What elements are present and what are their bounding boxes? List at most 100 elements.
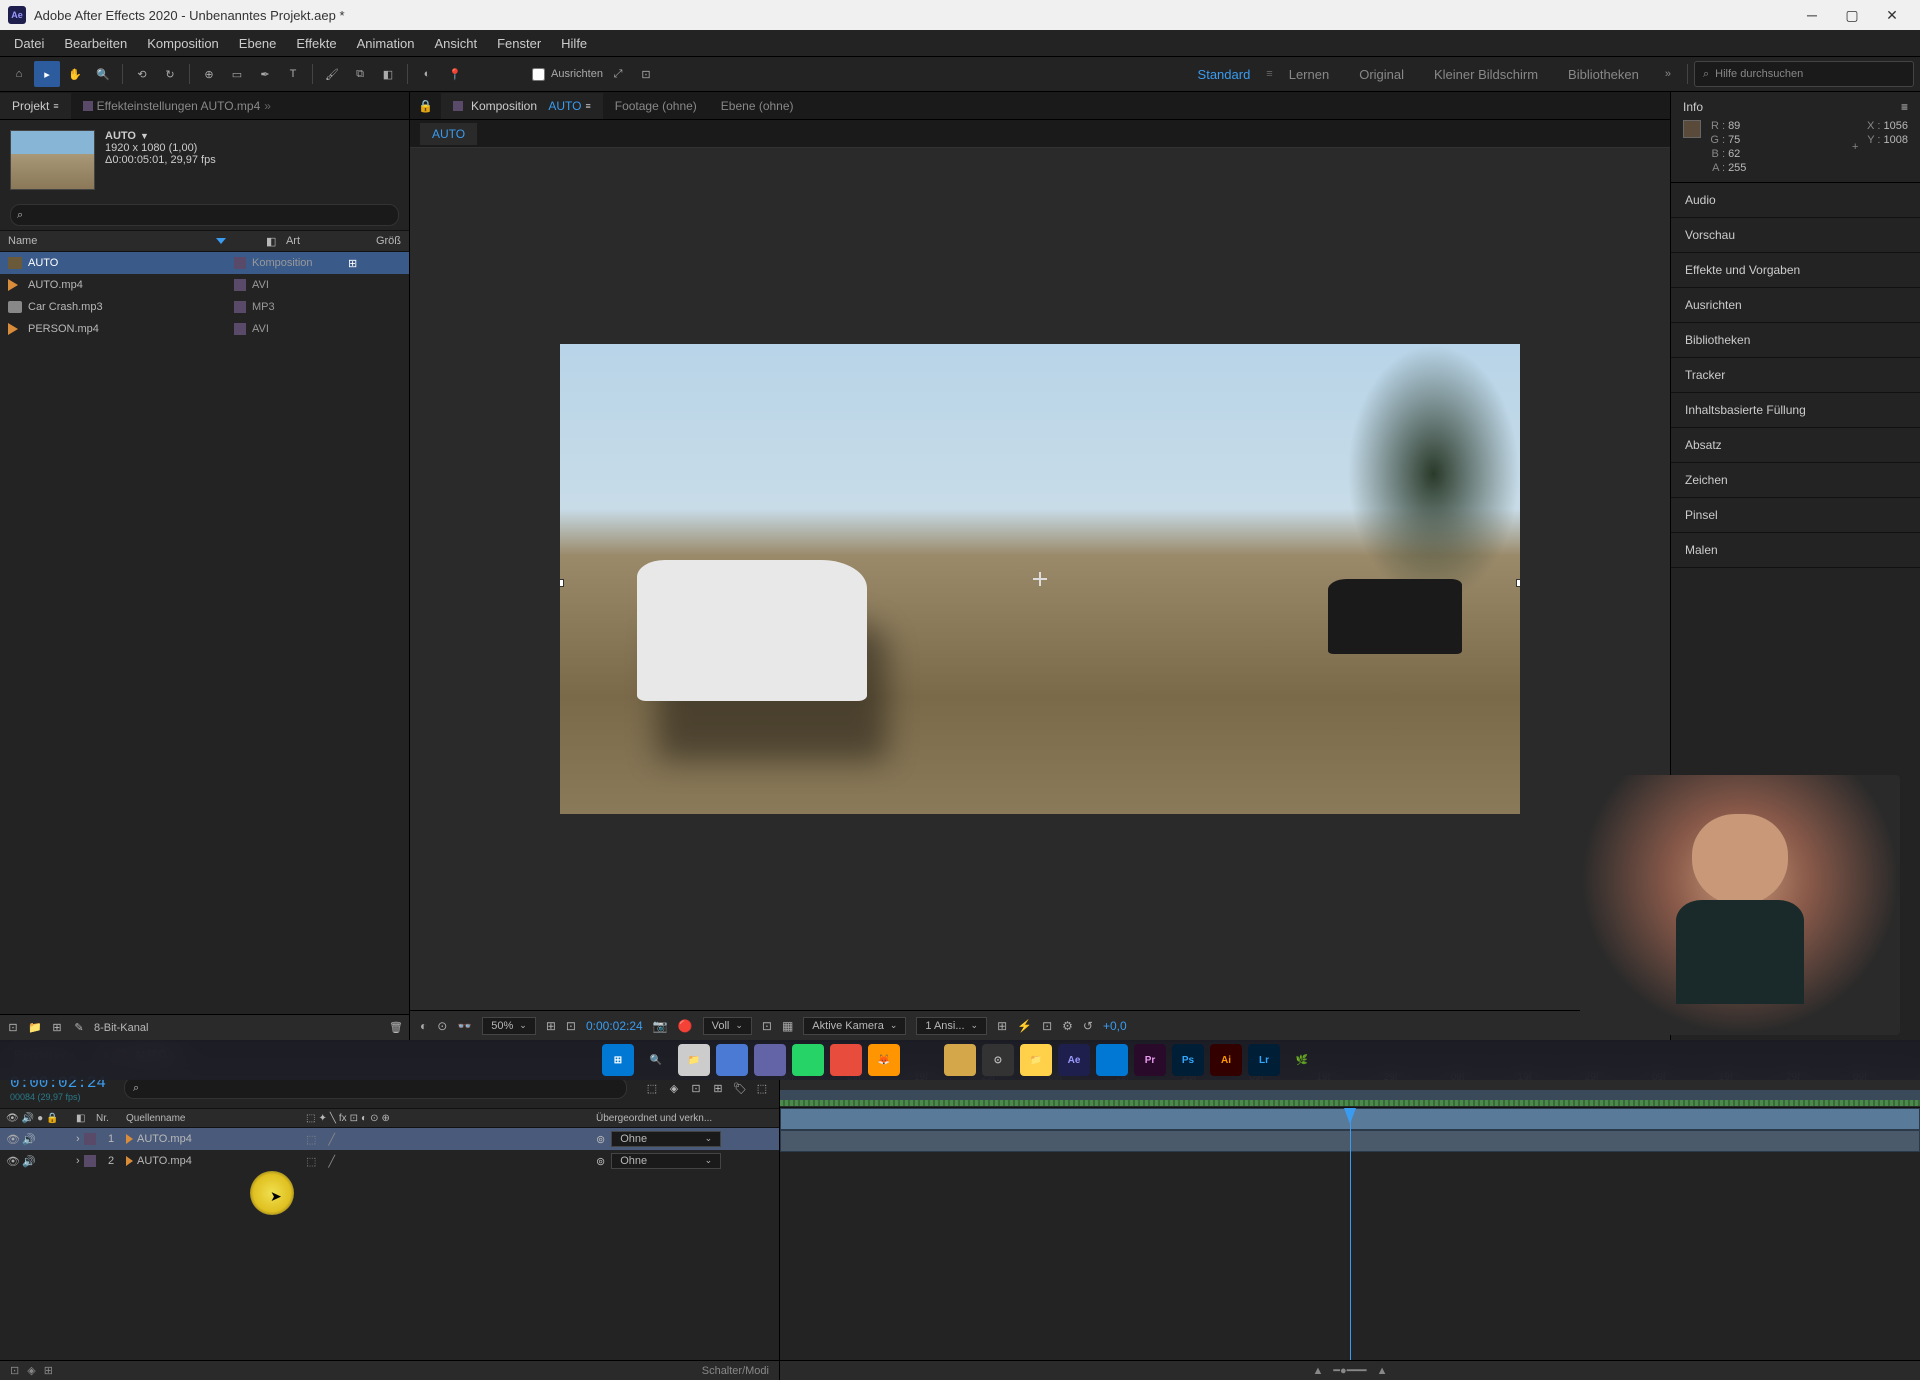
panel-ausrichten[interactable]: Ausrichten [1671,288,1920,323]
exposure-value[interactable]: +0,0 [1103,1019,1127,1033]
views-dropdown[interactable]: 1 Ansi...⌄ [916,1017,987,1035]
switch-icon[interactable]: ⬚ [306,1113,315,1124]
playhead[interactable] [1350,1108,1351,1360]
tl-tool6-icon[interactable]: ⬚ [755,1081,769,1095]
minimize-button[interactable]: ─ [1792,0,1832,30]
layer-name[interactable]: AUTO.mp4 [137,1133,192,1145]
tab-composition[interactable]: Komposition AUTO ≡ [441,93,603,119]
tl-tool3-icon[interactable]: ⊡ [689,1081,703,1095]
project-item[interactable]: Car Crash.mp3 MP3 [0,296,409,318]
zoom-dropdown[interactable]: 50%⌄ [482,1017,536,1035]
comp-dropdown-icon[interactable]: ▼ [140,131,149,141]
col-name[interactable]: Name [8,235,216,247]
taskbar-photoshop[interactable]: Ps [1172,1044,1204,1076]
guides-icon[interactable]: ⊡ [566,1019,576,1033]
pickwhip-icon[interactable]: ⊚ [596,1155,605,1168]
workspace-standard[interactable]: Standard [1184,67,1265,82]
panel-pinsel[interactable]: Pinsel [1671,498,1920,533]
camera-dropdown[interactable]: Aktive Kamera⌄ [803,1017,906,1035]
tab-lock-icon[interactable]: 🔒 [410,93,441,119]
channel-icon[interactable]: 🔴 [678,1019,693,1033]
tab-project[interactable]: Projekt ≡ [0,93,71,119]
bit-depth[interactable]: 8-Bit-Kanal [94,1022,148,1034]
project-item[interactable]: AUTO.mp4 AVI [0,274,409,296]
menu-hilfe[interactable]: Hilfe [551,32,597,55]
taskbar-app[interactable] [906,1044,938,1076]
snap-opt1[interactable]: ⤢ [605,61,631,87]
label-color[interactable] [234,279,246,291]
speaker-header-icon[interactable]: 🔊 [22,1113,34,1124]
speaker-toggle[interactable]: 🔊 [22,1132,36,1146]
close-button[interactable]: ✕ [1872,0,1912,30]
menu-effekte[interactable]: Effekte [286,32,346,55]
eye-toggle[interactable]: 👁 [6,1132,20,1146]
menu-ansicht[interactable]: Ansicht [424,32,487,55]
panel-audio[interactable]: Audio [1671,183,1920,218]
layer-label[interactable] [84,1155,96,1167]
taskbar-vscode[interactable] [1096,1044,1128,1076]
label-color[interactable] [234,301,246,313]
timeline-search[interactable]: ⌕ [124,1077,627,1099]
lock-toggle[interactable] [54,1132,68,1146]
label-header-icon[interactable]: ◧ [76,1113,96,1124]
tab-footage[interactable]: Footage (ohne) [603,93,709,119]
zoom-tool[interactable]: 🔍 [90,61,116,87]
solo-toggle[interactable] [38,1132,52,1146]
speaker-toggle[interactable]: 🔊 [22,1154,36,1168]
pen-tool[interactable]: ✒ [252,61,278,87]
alpha-icon[interactable]: ◐ [420,1019,427,1033]
taskbar-start[interactable]: ⊞ [602,1044,634,1076]
zoom-slider[interactable]: ━●━━━ [1333,1364,1366,1377]
panel-menu-icon[interactable]: ≡ [1901,100,1908,114]
tab-layer[interactable]: Ebene (ohne) [709,93,806,119]
panel-vorschau[interactable]: Vorschau [1671,218,1920,253]
taskbar-premiere[interactable]: Pr [1134,1044,1166,1076]
resolution-dropdown[interactable]: Voll⌄ [703,1017,752,1035]
panel-effekte[interactable]: Effekte und Vorgaben [1671,253,1920,288]
taskbar-app[interactable]: 🌿 [1286,1044,1318,1076]
panel-zeichen[interactable]: Zeichen [1671,463,1920,498]
label-color[interactable] [234,323,246,335]
panel-absatz[interactable]: Absatz [1671,428,1920,463]
eye-header-icon[interactable]: 👁 [6,1113,19,1124]
timeline-icon[interactable]: ⊡ [1042,1019,1052,1033]
taskbar-illustrator[interactable]: Ai [1210,1044,1242,1076]
zoom-out-icon[interactable]: ▲ [1313,1365,1324,1377]
roi-icon[interactable]: ⊡ [762,1019,772,1033]
menu-bearbeiten[interactable]: Bearbeiten [54,32,137,55]
switches-modes-toggle[interactable]: Schalter/Modi [702,1365,769,1377]
puppet-tool[interactable]: 📍 [442,61,468,87]
reset-exposure-icon[interactable]: ↺ [1083,1019,1093,1033]
clone-tool[interactable]: ⧉ [347,61,373,87]
snapshot-icon[interactable]: 📷 [653,1019,668,1033]
taskbar-whatsapp[interactable] [792,1044,824,1076]
orbit-tool[interactable]: ⟲ [129,61,155,87]
fast-preview-icon[interactable]: ⚡ [1017,1019,1032,1033]
snap-checkbox[interactable] [532,68,545,81]
workspace-original[interactable]: Original [1345,67,1418,82]
flowchart-icon[interactable]: ⚙ [1062,1019,1073,1033]
parent-dropdown[interactable]: Ohne⌄ [611,1131,721,1147]
project-search[interactable]: ⌕ [10,204,399,226]
maximize-button[interactable]: ▢ [1832,0,1872,30]
panel-inhaltsbasierte[interactable]: Inhaltsbasierte Füllung [1671,393,1920,428]
pickwhip-icon[interactable]: ⊚ [596,1133,605,1146]
adjust-icon[interactable]: ✎ [72,1021,86,1035]
header-source[interactable]: Quellenname [126,1113,306,1124]
rotate-tool[interactable]: ↻ [157,61,183,87]
taskbar-firefox[interactable]: 🦊 [868,1044,900,1076]
anchor-tool[interactable]: ⊕ [196,61,222,87]
roto-tool[interactable]: ◐ [414,61,440,87]
alpha2-icon[interactable]: ⊙ [437,1019,447,1033]
taskbar-app[interactable] [716,1044,748,1076]
comp-flowchart-icon[interactable]: ⊞ [348,257,357,270]
text-tool[interactable]: T [280,61,306,87]
rect-tool[interactable]: ▭ [224,61,250,87]
menu-ebene[interactable]: Ebene [229,32,287,55]
taskbar-search[interactable]: 🔍 [640,1044,672,1076]
transparency-icon[interactable]: ▦ [782,1019,793,1033]
workspace-lernen[interactable]: Lernen [1275,67,1343,82]
label-color[interactable] [234,257,246,269]
switch-icon[interactable]: ⊕ [381,1113,389,1124]
composition-viewer[interactable] [410,148,1670,1010]
